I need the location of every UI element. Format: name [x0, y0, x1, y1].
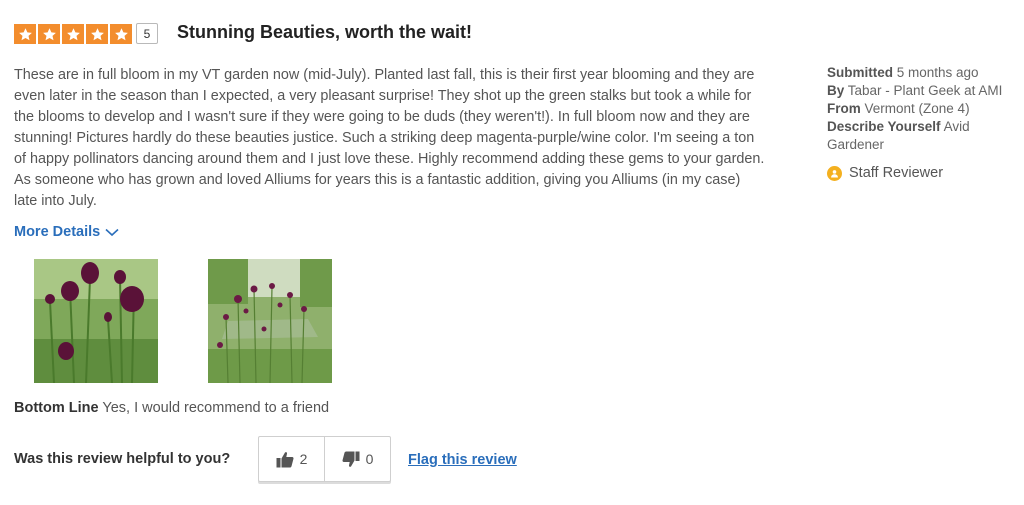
flag-review-link[interactable]: Flag this review	[408, 452, 517, 468]
star-rating	[14, 24, 134, 44]
star-icon	[38, 24, 60, 44]
staff-reviewer-label: Staff Reviewer	[849, 165, 944, 181]
downvote-count: 0	[365, 451, 374, 467]
from-label: From	[827, 101, 861, 116]
review-title: Stunning Beauties, worth the wait!	[177, 22, 473, 42]
helpful-question: Was this review helpful to you?	[14, 451, 231, 467]
reviewer-name: Tabar - Plant Geek at AMI	[847, 83, 1003, 98]
review-photo-1[interactable]	[34, 259, 158, 383]
bottom-line: Bottom Line Yes, I would recommend to a …	[14, 400, 329, 416]
more-details-toggle[interactable]: More Details	[14, 224, 119, 240]
star-icon	[86, 24, 108, 44]
star-icon	[110, 24, 132, 44]
reviewer-meta: Submitted 5 months ago By Tabar - Plant …	[827, 64, 1017, 154]
bottom-line-value: Yes, I would recommend to a friend	[102, 400, 330, 416]
thumbs-up-button[interactable]: 2	[259, 437, 324, 481]
review-photo-2[interactable]	[208, 259, 332, 383]
star-icon	[14, 24, 36, 44]
rating-value-badge: 5	[136, 23, 158, 44]
describe-label: Describe Yourself	[827, 119, 941, 134]
submitted-label: Submitted	[827, 65, 893, 80]
upvote-count: 2	[299, 451, 308, 467]
thumbs-up-icon	[276, 451, 294, 467]
thumbs-down-icon	[342, 451, 360, 467]
staff-badge-icon	[827, 165, 842, 181]
submitted-value: 5 months ago	[896, 65, 979, 80]
reviewer-location: Vermont (Zone 4)	[864, 101, 970, 116]
bottom-line-label: Bottom Line	[14, 400, 99, 416]
allium-photo-closeup-icon	[34, 259, 158, 383]
review-body: These are in full bloom in my VT garden …	[14, 67, 765, 209]
helpful-vote-group: 2 0	[258, 436, 391, 482]
allium-photo-garden-icon	[208, 259, 332, 383]
staff-reviewer-badge: Staff Reviewer	[827, 165, 943, 181]
more-details-label: More Details	[14, 224, 101, 240]
star-icon	[62, 24, 84, 44]
thumbs-down-button[interactable]: 0	[324, 437, 390, 481]
by-label: By	[827, 83, 845, 98]
chevron-down-icon	[105, 228, 119, 236]
